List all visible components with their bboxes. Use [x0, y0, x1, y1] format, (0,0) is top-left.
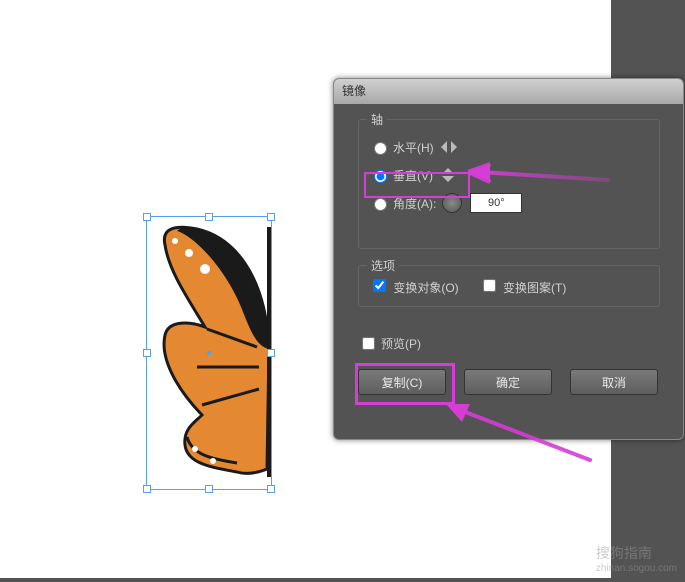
transform-patterns-label: 变换图案(T): [503, 281, 566, 295]
options-legend: 选项: [367, 257, 399, 274]
dialog-title: 镜像: [342, 84, 366, 98]
watermark-brand: 搜狗指南: [596, 545, 652, 561]
resize-handle[interactable]: [267, 485, 275, 493]
resize-handle[interactable]: [205, 213, 213, 221]
horizontal-label: 水平(H): [393, 139, 434, 156]
axis-angle-row[interactable]: 角度(A):: [359, 192, 659, 214]
resize-handle[interactable]: [143, 485, 151, 493]
resize-handle[interactable]: [267, 349, 275, 357]
axis-group: 轴 水平(H) 垂直(V) 角度(A):: [358, 119, 660, 249]
transform-objects-option[interactable]: 变换对象(O): [369, 276, 459, 296]
options-group: 选项 变换对象(O) 变换图案(T): [358, 265, 660, 307]
vertical-radio[interactable]: [374, 170, 387, 183]
ok-button[interactable]: 确定: [464, 369, 552, 395]
flip-horizontal-icon: [440, 140, 458, 154]
angle-radio[interactable]: [374, 198, 387, 211]
resize-handle[interactable]: [143, 213, 151, 221]
transform-patterns-option[interactable]: 变换图案(T): [479, 276, 567, 296]
selection-center: [207, 351, 211, 355]
flip-vertical-icon: [439, 168, 457, 182]
angle-dial-icon[interactable]: [442, 193, 462, 213]
axis-horizontal-row[interactable]: 水平(H): [359, 136, 659, 158]
transform-patterns-checkbox[interactable]: [483, 279, 496, 292]
dialog-title-bar[interactable]: 镜像: [334, 79, 683, 104]
angle-label: 角度(A):: [393, 195, 436, 212]
watermark-url: zhinan.sogou.com: [596, 563, 677, 574]
transform-objects-checkbox[interactable]: [373, 279, 386, 292]
angle-input[interactable]: [470, 193, 522, 213]
transform-objects-label: 变换对象(O): [393, 281, 458, 295]
preview-option[interactable]: 预览(P): [358, 334, 421, 353]
resize-handle[interactable]: [267, 213, 275, 221]
mirror-dialog: 镜像 轴 水平(H) 垂直(V) 角度(A):: [333, 78, 684, 440]
cancel-button[interactable]: 取消: [570, 369, 658, 395]
vertical-label: 垂直(V): [393, 167, 433, 184]
axis-vertical-row[interactable]: 垂直(V): [359, 164, 659, 186]
resize-handle[interactable]: [205, 485, 213, 493]
preview-checkbox[interactable]: [362, 337, 375, 350]
watermark: 搜狗指南 zhinan.sogou.com: [596, 543, 677, 574]
copy-button[interactable]: 复制(C): [358, 369, 446, 395]
preview-label: 预览(P): [381, 335, 421, 352]
horizontal-radio[interactable]: [374, 142, 387, 155]
selection-box[interactable]: [146, 216, 272, 490]
axis-legend: 轴: [367, 111, 387, 128]
resize-handle[interactable]: [143, 349, 151, 357]
workspace: 镜像 轴 水平(H) 垂直(V) 角度(A):: [0, 0, 685, 582]
